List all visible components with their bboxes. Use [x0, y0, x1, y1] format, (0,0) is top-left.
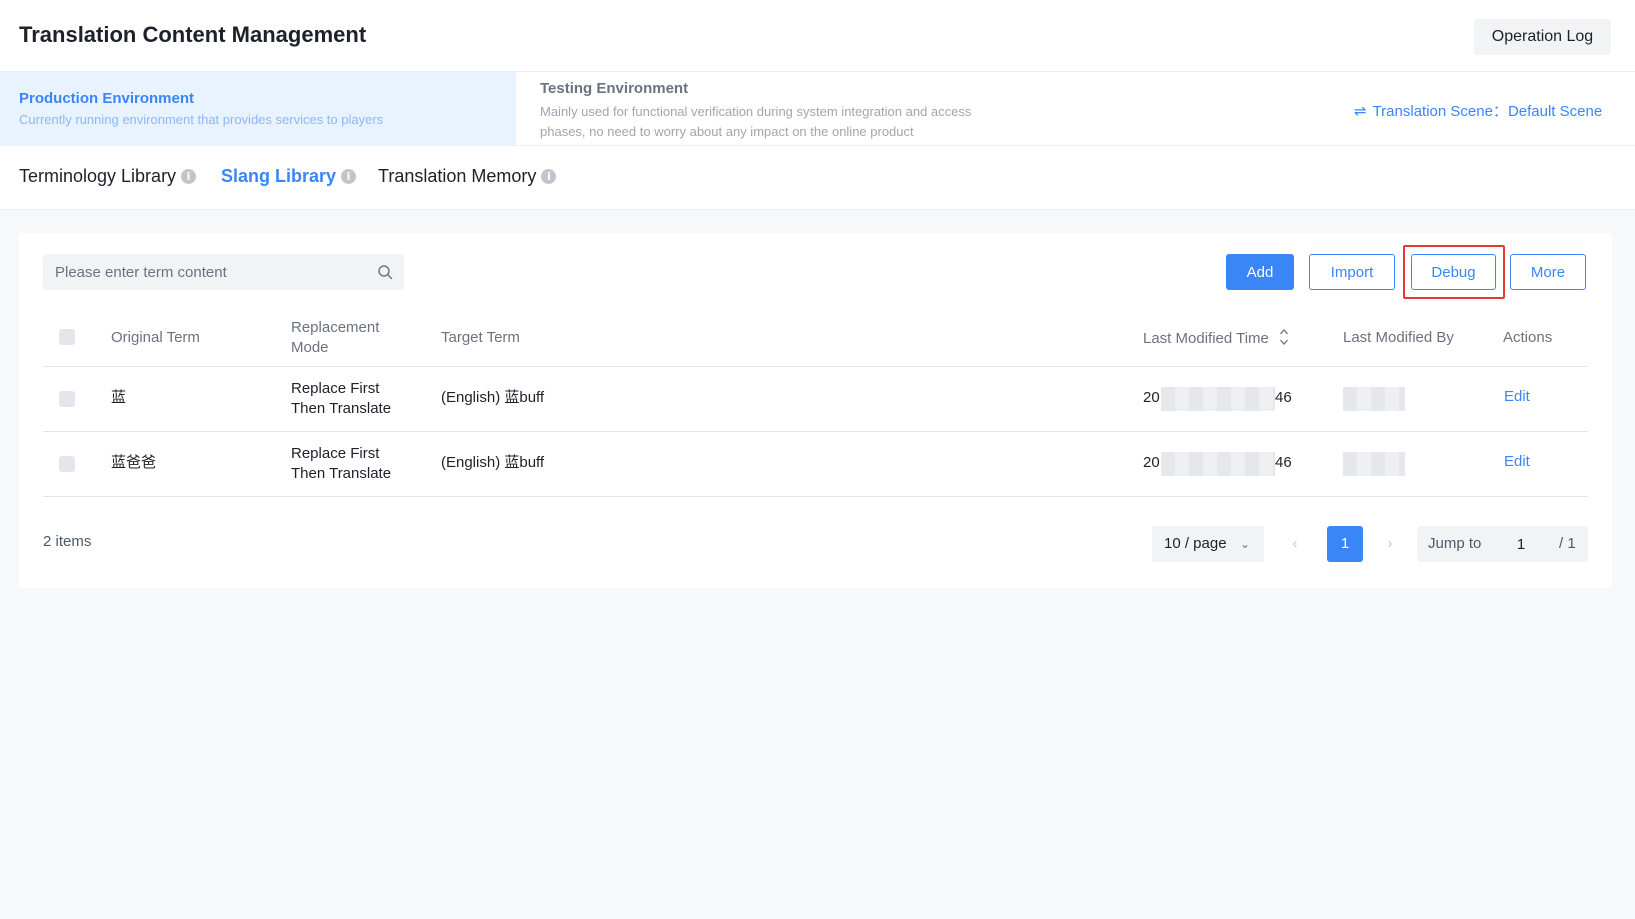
jump-to-input[interactable] — [1494, 526, 1548, 562]
table-header: Original Term Replacement Mode Target Te… — [43, 309, 1588, 367]
translation-scene-selector[interactable]: ⇌ Translation Scene：Default Scene — [1354, 100, 1602, 121]
column-actions: Actions — [1503, 329, 1553, 346]
page-header: Translation Content Management Operation… — [0, 0, 1635, 72]
tab-terminology-library[interactable]: Terminology Library i — [19, 166, 197, 187]
row-checkbox[interactable] — [59, 391, 75, 407]
search-input[interactable] — [43, 254, 363, 290]
jump-to-label: Jump to — [1428, 535, 1482, 552]
replacement-mode-cell: Replace First Then Translate — [291, 445, 392, 482]
env-production-description: Currently running environment that provi… — [19, 112, 384, 127]
more-button[interactable]: More — [1510, 254, 1586, 290]
search-icon[interactable] — [377, 264, 393, 280]
debug-button[interactable]: Debug — [1411, 254, 1496, 290]
import-button[interactable]: Import — [1309, 254, 1395, 290]
redacted-user — [1343, 452, 1405, 476]
env-production-tab[interactable]: Production Environment Currently running… — [0, 72, 516, 146]
table-row: 蓝爸爸 Replace First Then Translate (Englis… — [43, 432, 1588, 497]
page-size-value: 10 / page — [1164, 535, 1227, 552]
tab-label: Translation Memory — [378, 166, 537, 186]
env-testing-name: Testing Environment — [540, 80, 689, 97]
column-target-term: Target Term — [441, 329, 520, 346]
page-size-select[interactable]: 10 / page ⌄ — [1152, 526, 1264, 562]
search-box — [43, 254, 404, 290]
next-page-button[interactable]: › — [1376, 526, 1404, 562]
jump-to-page: Jump to / 1 — [1417, 526, 1588, 562]
tab-label: Terminology Library — [19, 166, 177, 186]
chevron-down-icon: ⌄ — [1239, 537, 1250, 551]
target-term-cell: (English) 蓝buff — [441, 389, 545, 406]
slang-table-card: Add Import Debug More Original Term Repl… — [19, 233, 1612, 588]
sort-icon[interactable] — [1279, 326, 1289, 348]
info-icon[interactable]: i — [341, 169, 357, 184]
edit-link[interactable]: Edit — [1504, 453, 1530, 470]
table-row: 蓝 Replace First Then Translate (English)… — [43, 367, 1588, 432]
time-suffix: 46 — [1275, 389, 1292, 406]
total-pages: / 1 — [1559, 535, 1576, 552]
target-term-cell: (English) 蓝buff — [441, 454, 545, 471]
info-icon[interactable]: i — [181, 169, 197, 184]
translation-scene-value: Default Scene — [1507, 103, 1603, 120]
page-title: Translation Content Management — [19, 22, 367, 47]
time-prefix: 20 — [1143, 454, 1160, 471]
redacted-time — [1161, 452, 1275, 476]
env-production-name: Production Environment — [19, 90, 195, 107]
time-prefix: 20 — [1143, 389, 1160, 406]
original-term-cell: 蓝 — [111, 389, 127, 406]
env-testing-tab[interactable]: Testing Environment Mainly used for func… — [540, 72, 1000, 146]
tab-translation-memory[interactable]: Translation Memory i — [378, 166, 557, 187]
replacement-mode-cell: Replace First Then Translate — [291, 380, 392, 417]
translation-scene-label: Translation Scene： — [1372, 103, 1508, 120]
edit-link[interactable]: Edit — [1504, 388, 1530, 405]
swap-icon: ⇌ — [1354, 103, 1367, 120]
library-tabs: Terminology Library i Slang Library i Tran… — [0, 146, 1635, 210]
time-suffix: 46 — [1275, 454, 1292, 471]
row-checkbox[interactable] — [59, 456, 75, 472]
prev-page-button[interactable]: ‹ — [1281, 526, 1309, 562]
column-last-modified-time: Last Modified Time — [1143, 328, 1289, 350]
column-original-term: Original Term — [111, 329, 200, 346]
add-button[interactable]: Add — [1226, 254, 1294, 290]
original-term-cell: 蓝爸爸 — [111, 454, 157, 471]
tab-label: Slang Library — [221, 166, 337, 186]
info-icon[interactable]: i — [541, 169, 557, 184]
redacted-user — [1343, 387, 1405, 411]
column-replacement-mode: Replacement Mode — [291, 319, 380, 356]
redacted-time — [1161, 387, 1275, 411]
column-last-modified-time-label: Last Modified Time — [1143, 329, 1269, 347]
operation-log-button[interactable]: Operation Log — [1474, 19, 1611, 55]
environment-bar: Production Environment Currently running… — [0, 72, 1635, 146]
total-count: 2 items — [43, 533, 92, 550]
page-number-current[interactable]: 1 — [1327, 526, 1363, 562]
select-all-checkbox[interactable] — [59, 329, 75, 345]
env-testing-description: Mainly used for functional verification … — [540, 104, 972, 139]
tab-slang-library[interactable]: Slang Library i — [221, 166, 357, 187]
column-last-modified-by: Last Modified By — [1343, 329, 1454, 346]
